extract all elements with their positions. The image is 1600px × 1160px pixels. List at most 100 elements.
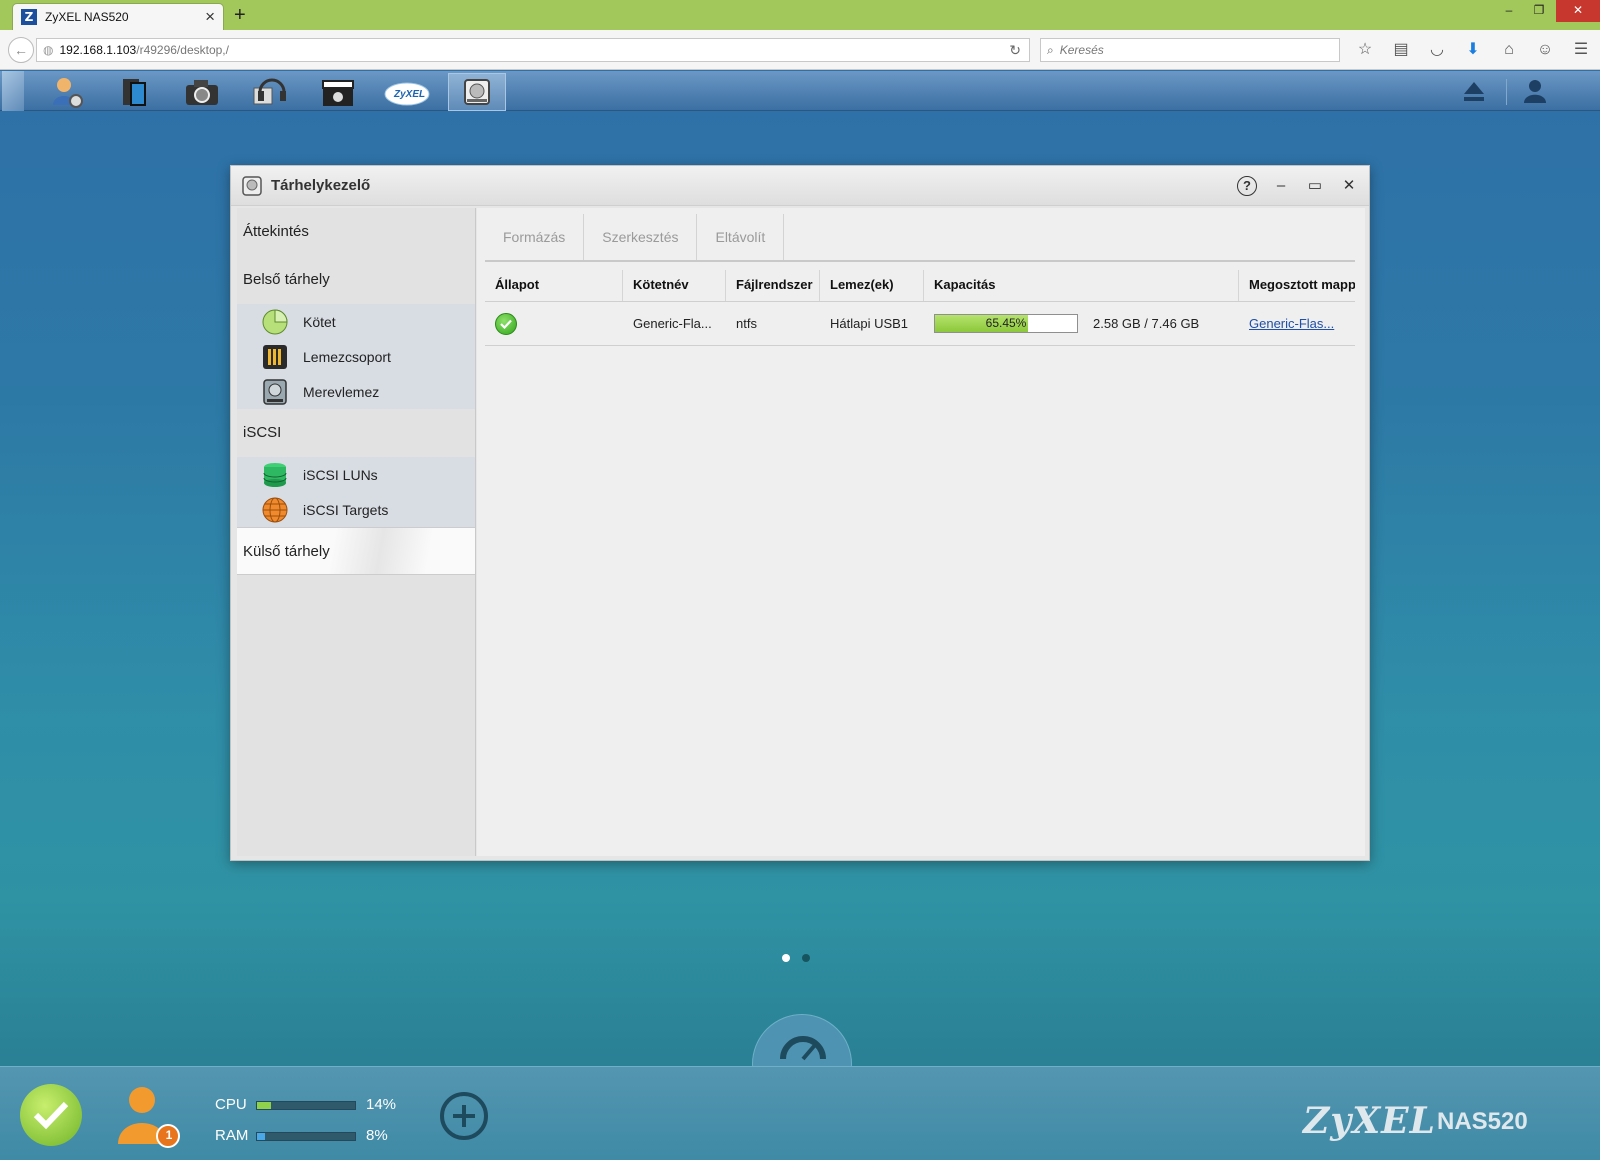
url-host: 192.168.1.103 [59,43,137,57]
sidebar-section-internal[interactable]: Belső tárhely [237,256,475,304]
window-title: Tárhelykezelő [271,177,371,194]
volume-toolbar: Formázás Szerkesztés Eltávolít [485,214,1355,262]
sidebar-item-hard-disk[interactable]: Merevlemez [237,374,475,409]
sidebar-item-label: Merevlemez [303,383,380,400]
minimize-icon[interactable]: – [1271,176,1291,196]
menu-icon[interactable]: ☰ [1568,38,1594,62]
admin-settings-icon[interactable] [38,73,96,111]
page-dot-2[interactable] [802,954,810,962]
music-headphones-icon[interactable] [240,73,298,111]
system-status-ok-icon[interactable] [20,1084,82,1146]
notification-count: 1 [165,1128,173,1142]
hard-disk-icon [263,378,287,405]
eject-icon[interactable] [1454,75,1494,107]
volume-table: Állapot Kötetnév Fájlrendszer Lemez(ek) … [485,270,1355,346]
close-icon[interactable]: ✕ [1339,176,1359,196]
sidebar-item-overview[interactable]: Áttekintés [237,208,475,256]
window-titlebar[interactable]: Tárhelykezelő ? – ▭ ✕ [231,166,1369,206]
minimize-window-icon[interactable]: – [1494,0,1524,22]
ram-value: 8% [366,1127,388,1144]
video-clapper-icon[interactable] [309,73,367,111]
sidebar-item-label: Kötet [303,313,336,330]
menu-toggle[interactable] [2,71,24,111]
add-widget-icon[interactable] [438,1090,490,1142]
bar-divider [1506,79,1507,105]
photo-camera-icon[interactable] [173,73,231,111]
tab-close-icon[interactable]: × [205,8,215,25]
status-ok-icon [495,312,517,335]
sidebar-item-external-storage[interactable]: Külső tárhely [237,527,475,575]
storage-manager-window: Tárhelykezelő ? – ▭ ✕ Áttekintés Belső t… [230,165,1370,861]
home-icon[interactable]: ⌂ [1496,38,1522,62]
capacity-progress-bar: 65.45% [934,314,1078,333]
search-icon: ⌕ [1047,42,1054,57]
sidebar-item-volume[interactable]: Kötet [237,304,475,339]
zyxel-cloud-icon[interactable]: ZyXEL [378,73,436,111]
url-path: /r49296/desktop,/ [136,43,229,57]
bookmark-star-icon[interactable]: ☆ [1352,38,1378,62]
user-account-icon[interactable] [1515,75,1555,107]
sidebar-section-iscsi[interactable]: iSCSI [237,409,475,457]
shared-folder-link[interactable]: Generic-Flas... [1249,316,1334,331]
window-buttons: ? – ▭ ✕ [1237,176,1359,196]
capacity-percent: 65.45% [985,316,1027,330]
sidebar-item-iscsi-luns[interactable]: iSCSI LUNs [237,457,475,492]
cpu-meter [256,1101,356,1110]
help-icon[interactable]: ? [1237,176,1257,196]
remove-button[interactable]: Eltávolít [697,214,785,260]
column-disks[interactable]: Lemez(ek) [820,270,924,301]
pocket-icon[interactable]: ◡ [1424,38,1450,62]
edit-button[interactable]: Szerkesztés [584,214,698,260]
model-name: NAS520 [1437,1108,1528,1135]
disks-cell: Hátlapi USB1 [830,316,909,331]
reading-list-icon[interactable]: ▤ [1388,38,1414,62]
cpu-value: 14% [366,1096,397,1113]
reload-icon[interactable]: ↻ [1009,42,1021,59]
capacity-cell: 65.45% 2.58 GB / 7.46 GB [924,314,1239,333]
maximize-icon[interactable]: ▭ [1305,176,1325,196]
storage-manager-window-icon [242,175,262,196]
ram-meter-fill [257,1133,265,1140]
database-icon [263,462,287,487]
notification-user-icon[interactable]: 1 [112,1082,182,1152]
download-icon[interactable]: ⬇ [1460,38,1486,62]
ram-label: RAM [215,1127,249,1144]
url-bar[interactable]: ◍ 192.168.1.103/r49296/desktop,/ ↻ [36,38,1030,62]
svg-text:ZyXEL: ZyXEL [393,89,425,100]
search-input[interactable]: ⌕ Keresés [1040,38,1340,62]
storage-manager-icon[interactable] [448,73,506,111]
back-arrow-icon[interactable]: ← [8,37,34,63]
globe-icon [262,497,288,522]
restore-window-icon[interactable]: ❐ [1524,0,1554,22]
disk-group-icon [263,344,287,369]
browser-nav-bar: ← ◍ 192.168.1.103/r49296/desktop,/ ↻ ⌕ K… [0,30,1600,70]
brand-logo-text: ZyXEL [1303,1100,1436,1142]
cpu-meter-fill [257,1102,271,1109]
volume-pie-icon [262,308,288,334]
nas-app-bar: ZyXEL [0,71,1600,111]
browser-tab[interactable]: Z ZyXEL NAS520 × [12,3,224,30]
volume-panel: Formázás Szerkesztés Eltávolít Állapot K… [477,208,1365,856]
sidebar-item-label: iSCSI Targets [303,501,389,518]
column-volume-name[interactable]: Kötetnév [623,270,726,301]
sidebar-item-disk-group[interactable]: Lemezcsoport [237,339,475,374]
column-capacity[interactable]: Kapacitás [924,270,1239,301]
close-window-icon[interactable]: ✕ [1556,0,1600,22]
table-header: Állapot Kötetnév Fájlrendszer Lemez(ek) … [485,270,1355,302]
sidebar-item-iscsi-targets[interactable]: iSCSI Targets [237,492,475,527]
site-info-icon[interactable]: ◍ [43,43,53,57]
column-status[interactable]: Állapot [485,270,623,301]
column-shared-folder[interactable]: Megosztott mappa [1239,270,1355,301]
ram-meter [256,1132,356,1141]
status-cell [485,312,623,335]
new-tab-icon[interactable]: + [234,4,246,27]
table-row[interactable]: Generic-Fla... ntfs Hátlapi USB1 65.45% … [485,302,1355,346]
chat-icon[interactable]: ☺ [1532,38,1558,62]
browser-tab-bar: Z ZyXEL NAS520 × + – ❐ ✕ [0,0,1600,30]
page-dot-1[interactable] [782,954,790,962]
file-browser-icon[interactable] [105,73,163,111]
storage-sidebar: Áttekintés Belső tárhely Kötet Lemezcsop… [237,208,476,856]
browser-toolbar-icons: ☆ ▤ ◡ ⬇ ⌂ ☺ ☰ [1352,38,1594,62]
format-button[interactable]: Formázás [485,214,585,260]
column-filesystem[interactable]: Fájlrendszer [726,270,820,301]
